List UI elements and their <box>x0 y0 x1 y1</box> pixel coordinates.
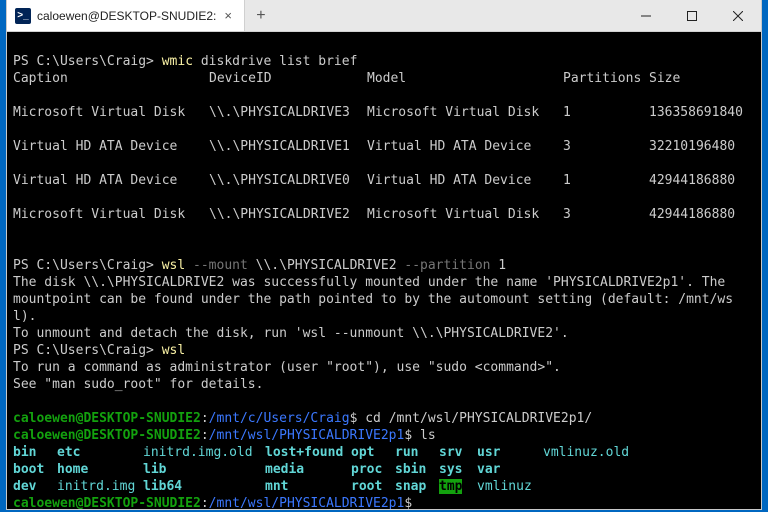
bash-cmd: cd /mnt/wsl/PHYSICALDRIVE2p1/ <box>357 411 592 426</box>
hdr-caption: Caption <box>13 70 209 87</box>
dir: usr <box>477 445 500 460</box>
output-line: To run a command as administrator (user … <box>13 360 561 375</box>
cell: \\.\PHYSICALDRIVE3 <box>209 104 367 121</box>
diskdrive-table: CaptionDeviceIDModelPartitionsSize Micro… <box>13 70 743 223</box>
cell: 3 <box>563 138 649 155</box>
cell: 1 <box>563 172 649 189</box>
link: initrd.img <box>57 479 135 494</box>
dir: sbin <box>395 462 426 477</box>
bash-path: /mnt/wsl/PHYSICALDRIVE2p1 <box>209 496 405 509</box>
titlebar: >_ caloewen@DESKTOP-SNUDIE2: × + <box>7 0 761 32</box>
bash-dollar: $ <box>404 428 412 443</box>
cell: \\.\PHYSICALDRIVE2 <box>209 206 367 223</box>
bash-path: /mnt/c/Users/Craig <box>209 411 350 426</box>
ls-output: bin etc initrd.img.old lost+found opt run srvu… <box>13 444 629 495</box>
bash-colon: : <box>201 496 209 509</box>
cell: Virtual HD ATA Device <box>13 172 209 189</box>
cmd-flag: --partition <box>397 258 491 273</box>
cell: Microsoft Virtual Disk <box>13 206 209 223</box>
dir: mnt <box>265 479 288 494</box>
cmd-arg: \\.\PHYSICALDRIVE2 <box>248 258 397 273</box>
powershell-icon: >_ <box>15 8 31 24</box>
dir: run <box>395 445 418 460</box>
hdr-partitions: Partitions <box>563 70 649 87</box>
ps-prompt: PS C:\Users\Craig> <box>13 343 154 358</box>
dir: etc <box>57 445 80 460</box>
dir: snap <box>395 479 426 494</box>
bash-path: /mnt/wsl/PHYSICALDRIVE2p1 <box>209 428 405 443</box>
link: vmlinuz <box>477 479 532 494</box>
output-line: mountpoint can be found under the path p… <box>13 292 733 307</box>
bash-user: caloewen@DESKTOP-SNUDIE2 <box>13 496 201 509</box>
cell: 42944186880 <box>649 206 743 223</box>
output-line: To unmount and detach the disk, run 'wsl… <box>13 326 569 341</box>
bash-user: caloewen@DESKTOP-SNUDIE2 <box>13 411 201 426</box>
dir: root <box>351 479 382 494</box>
minimize-button[interactable] <box>623 0 669 31</box>
dir: var <box>477 462 500 477</box>
dir: home <box>57 462 88 477</box>
bash-cmd: ls <box>412 428 435 443</box>
dir: lib <box>143 462 166 477</box>
cell: Microsoft Virtual Disk <box>13 104 209 121</box>
ps-prompt: PS C:\Users\Craig> <box>13 54 154 69</box>
dir: dev <box>13 479 36 494</box>
cell: 136358691840 <box>649 104 743 121</box>
dir: opt <box>351 445 374 460</box>
cell: 1 <box>563 104 649 121</box>
cell: Microsoft Virtual Disk <box>367 206 563 223</box>
bash-dollar: $ <box>404 496 412 509</box>
link: vmlinuz.old <box>543 445 629 460</box>
terminal-window: >_ caloewen@DESKTOP-SNUDIE2: × + PS C:\U… <box>6 0 762 510</box>
bash-colon: : <box>201 428 209 443</box>
cell: Virtual HD ATA Device <box>367 172 563 189</box>
bash-user: caloewen@DESKTOP-SNUDIE2 <box>13 428 201 443</box>
tab-title: caloewen@DESKTOP-SNUDIE2: <box>37 9 216 23</box>
cmd-wmic-args: diskdrive list brief <box>193 54 357 69</box>
cell: \\.\PHYSICALDRIVE1 <box>209 138 367 155</box>
ps-prompt: PS C:\Users\Craig> <box>13 258 154 273</box>
cell: Virtual HD ATA Device <box>13 138 209 155</box>
output-line: See "man sudo_root" for details. <box>13 377 263 392</box>
tab-close-icon[interactable]: × <box>222 8 234 23</box>
dir: srv <box>439 445 462 460</box>
cmd-wsl: wsl <box>162 343 185 358</box>
close-button[interactable] <box>715 0 761 31</box>
output-line: l). <box>13 309 36 324</box>
cmd-arg: 1 <box>490 258 506 273</box>
dir: lib64 <box>143 479 182 494</box>
titlebar-drag-area[interactable] <box>277 0 623 31</box>
cell: 3 <box>563 206 649 223</box>
cell: 42944186880 <box>649 172 743 189</box>
hdr-size: Size <box>649 70 743 87</box>
hdr-deviceid: DeviceID <box>209 70 367 87</box>
link: initrd.img.old <box>143 445 253 460</box>
new-tab-button[interactable]: + <box>245 0 277 31</box>
cmd-wmic: wmic <box>162 54 193 69</box>
cmd-flag: --mount <box>185 258 248 273</box>
cmd-wsl: wsl <box>162 258 185 273</box>
hdr-model: Model <box>367 70 563 87</box>
dir: boot <box>13 462 44 477</box>
cell: Virtual HD ATA Device <box>367 138 563 155</box>
tab-active[interactable]: >_ caloewen@DESKTOP-SNUDIE2: × <box>7 0 245 31</box>
maximize-button[interactable] <box>669 0 715 31</box>
dir-sticky: tmp <box>439 479 462 494</box>
dir: proc <box>351 462 382 477</box>
dir: bin <box>13 445 36 460</box>
cell: 32210196480 <box>649 138 743 155</box>
dir: lost+found <box>265 445 343 460</box>
output-line: The disk \\.\PHYSICALDRIVE2 was successf… <box>13 275 725 290</box>
terminal-body[interactable]: PS C:\Users\Craig> wmic diskdrive list b… <box>7 32 761 509</box>
dir: sys <box>439 462 462 477</box>
bash-colon: : <box>201 411 209 426</box>
dir: media <box>265 462 304 477</box>
cell: \\.\PHYSICALDRIVE0 <box>209 172 367 189</box>
cell: Microsoft Virtual Disk <box>367 104 563 121</box>
